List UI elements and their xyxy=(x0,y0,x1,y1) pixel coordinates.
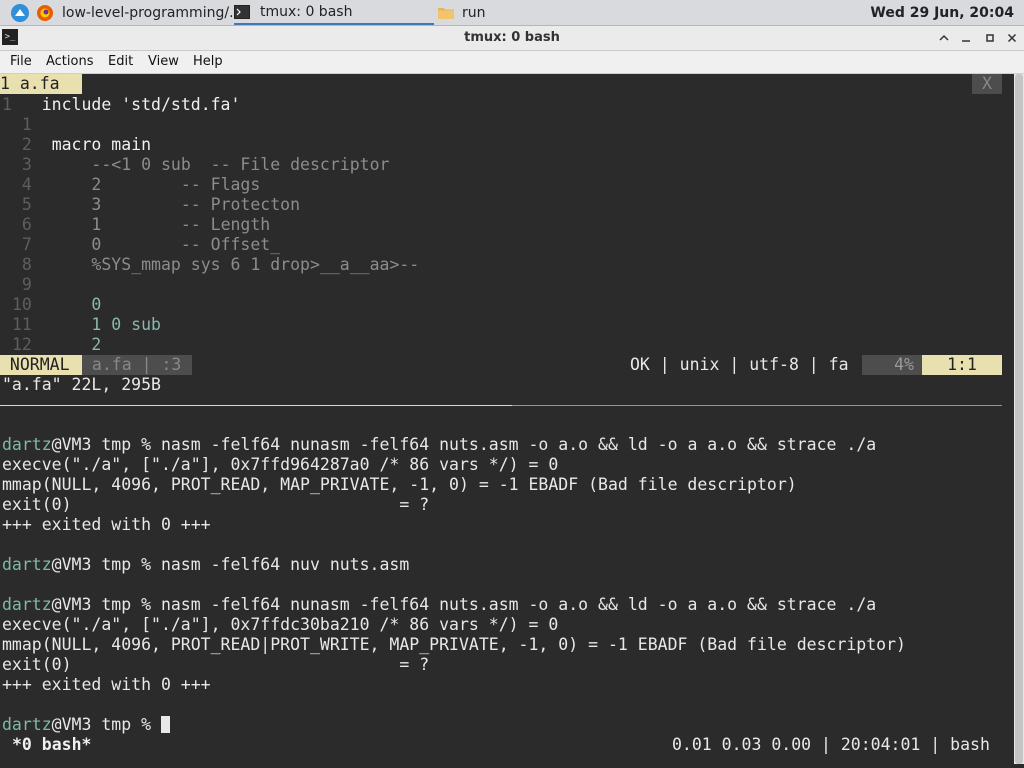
window-titlebar[interactable]: >_ tmux: 0 bash xyxy=(0,26,1024,51)
line-number: 2 xyxy=(21,135,32,154)
line-text: include 'std/std.fa' xyxy=(41,95,241,114)
shell-line: dartz@VM3 tmp % nasm -felf64 nunasm -fel… xyxy=(2,435,877,454)
vim-file-format: OK | unix | utf-8 | fa xyxy=(630,355,849,374)
vim-line[interactable]: 4 2 -- Flags xyxy=(2,175,260,195)
line-number: 1 xyxy=(2,95,12,114)
line-number: 7 xyxy=(21,235,32,254)
tmux-window-tab[interactable]: *0 bash* xyxy=(12,735,91,755)
shell-line: +++ exited with 0 +++ xyxy=(2,515,211,534)
line-text: 0 xyxy=(51,295,102,314)
shell-line: exit(0) = ? xyxy=(2,495,430,514)
text-cursor xyxy=(160,716,170,733)
taskbar-firefox-label: low-level-programming/... xyxy=(62,4,243,21)
menu-edit[interactable]: Edit xyxy=(108,51,133,73)
shell-line: +++ exited with 0 +++ xyxy=(2,675,211,694)
scrollbar-thumb[interactable] xyxy=(1015,74,1023,764)
vim-line[interactable]: 11 1 0 sub xyxy=(2,315,161,335)
line-number: 8 xyxy=(21,255,32,274)
maximize-icon[interactable] xyxy=(980,28,1000,48)
line-number: 11 xyxy=(11,315,32,334)
vim-line[interactable]: 1 include 'std/std.fa' xyxy=(2,95,240,115)
app-menu-icon[interactable] xyxy=(10,0,30,25)
shell-line: execve("./a", ["./a"], 0x7ffdc30ba210 /*… xyxy=(2,615,559,634)
folder-icon xyxy=(438,8,454,19)
vim-message: "a.fa" 22L, 295B xyxy=(2,375,161,394)
taskbar-run-button[interactable]: run xyxy=(438,0,486,25)
taskbar-tmux-label: tmux: 0 bash xyxy=(260,3,353,20)
scrollbar[interactable] xyxy=(1014,74,1024,764)
pane-divider-active xyxy=(0,405,512,406)
line-text: 0 -- Offset_ xyxy=(51,235,281,254)
firefox-icon xyxy=(37,4,53,21)
taskbar-run-label: run xyxy=(462,4,486,21)
menubar: File Actions Edit View Help xyxy=(0,51,1024,74)
vim-line[interactable]: 8 %SYS_mmap sys 6 1 drop>__a__aa>-- xyxy=(2,255,419,275)
vim-line[interactable]: 2 macro main xyxy=(2,135,151,155)
line-number: 6 xyxy=(21,215,32,234)
vim-line[interactable]: 9 xyxy=(2,275,32,295)
terminal[interactable]: 1 a.fa X 1 include 'std/std.fa' 1 2 macr… xyxy=(0,74,1020,764)
terminal-icon xyxy=(234,4,250,19)
line-number: 5 xyxy=(21,195,32,214)
close-icon[interactable] xyxy=(1002,28,1022,48)
taskbar-firefox-button[interactable]: low-level-programming/... xyxy=(36,0,242,25)
vim-line[interactable]: 10 0 xyxy=(2,295,101,315)
line-text: 2 xyxy=(51,335,102,354)
shell-line: dartz@VM3 tmp % nasm -felf64 nunasm -fel… xyxy=(2,595,877,614)
line-text: 3 -- Protecton xyxy=(51,195,301,214)
vim-statusline: NORMAL a.fa | :3 OK | unix | utf-8 | fa … xyxy=(0,355,1002,375)
vim-tab-close[interactable]: X xyxy=(972,74,1002,94)
vim-file-info: a.fa | :3 xyxy=(82,355,192,375)
vim-line[interactable]: 3 --<1 0 sub -- File descriptor xyxy=(2,155,390,175)
vim-line[interactable]: 1 xyxy=(2,115,32,135)
line-number: 4 xyxy=(21,175,32,194)
vim-line[interactable]: 6 1 -- Length xyxy=(2,215,270,235)
menu-file[interactable]: File xyxy=(10,51,32,73)
vim-mode: NORMAL xyxy=(0,355,82,375)
line-number: 9 xyxy=(21,275,32,294)
shell-line: mmap(NULL, 4096, PROT_READ|PROT_WRITE, M… xyxy=(2,635,906,654)
line-text: 1 -- Length xyxy=(51,215,271,234)
menu-view[interactable]: View xyxy=(148,51,179,73)
line-text: %SYS_mmap sys 6 1 drop>__a__aa>-- xyxy=(51,255,420,274)
line-text: macro main xyxy=(51,135,152,154)
tmux-status-right: 0.01 0.03 0.00 | 20:04:01 | bash xyxy=(672,735,990,754)
clock[interactable]: Wed 29 Jun, 20:04 xyxy=(870,0,1014,25)
taskbar: low-level-programming/... tmux: 0 bash r… xyxy=(0,0,1024,26)
window-title: tmux: 0 bash xyxy=(464,30,560,45)
shell-prompt[interactable]: dartz@VM3 tmp % xyxy=(2,715,170,735)
line-text: 2 -- Flags xyxy=(51,175,261,194)
line-text: --<1 0 sub -- File descriptor xyxy=(51,155,390,174)
vim-line[interactable]: 12 2 xyxy=(2,335,101,355)
shell-line: dartz@VM3 tmp % nasm -felf64 nuv nuts.as… xyxy=(2,555,410,574)
shell-line: exit(0) = ? xyxy=(2,655,430,674)
line-number: 3 xyxy=(21,155,32,174)
vim-cursor-position: 1:1 xyxy=(922,355,1002,375)
menu-help[interactable]: Help xyxy=(193,51,223,73)
vim-line[interactable]: 5 3 -- Protecton xyxy=(2,195,300,215)
shell-line: execve("./a", ["./a"], 0x7ffd964287a0 /*… xyxy=(2,455,559,474)
shell-line: mmap(NULL, 4096, PROT_READ, MAP_PRIVATE,… xyxy=(2,475,797,494)
taskbar-tmux-button[interactable]: tmux: 0 bash xyxy=(234,0,434,25)
menu-actions[interactable]: Actions xyxy=(46,51,94,73)
chevron-up-icon[interactable] xyxy=(934,28,954,48)
line-text: 1 0 sub xyxy=(51,315,161,334)
line-number: 10 xyxy=(11,295,32,314)
minimize-icon[interactable] xyxy=(956,28,976,48)
vim-line[interactable]: 7 0 -- Offset_ xyxy=(2,235,280,255)
line-number: 12 xyxy=(11,335,32,354)
vim-percent: 4% xyxy=(862,355,922,375)
vim-tab[interactable]: 1 a.fa xyxy=(0,74,82,94)
line-number: 1 xyxy=(21,115,32,134)
